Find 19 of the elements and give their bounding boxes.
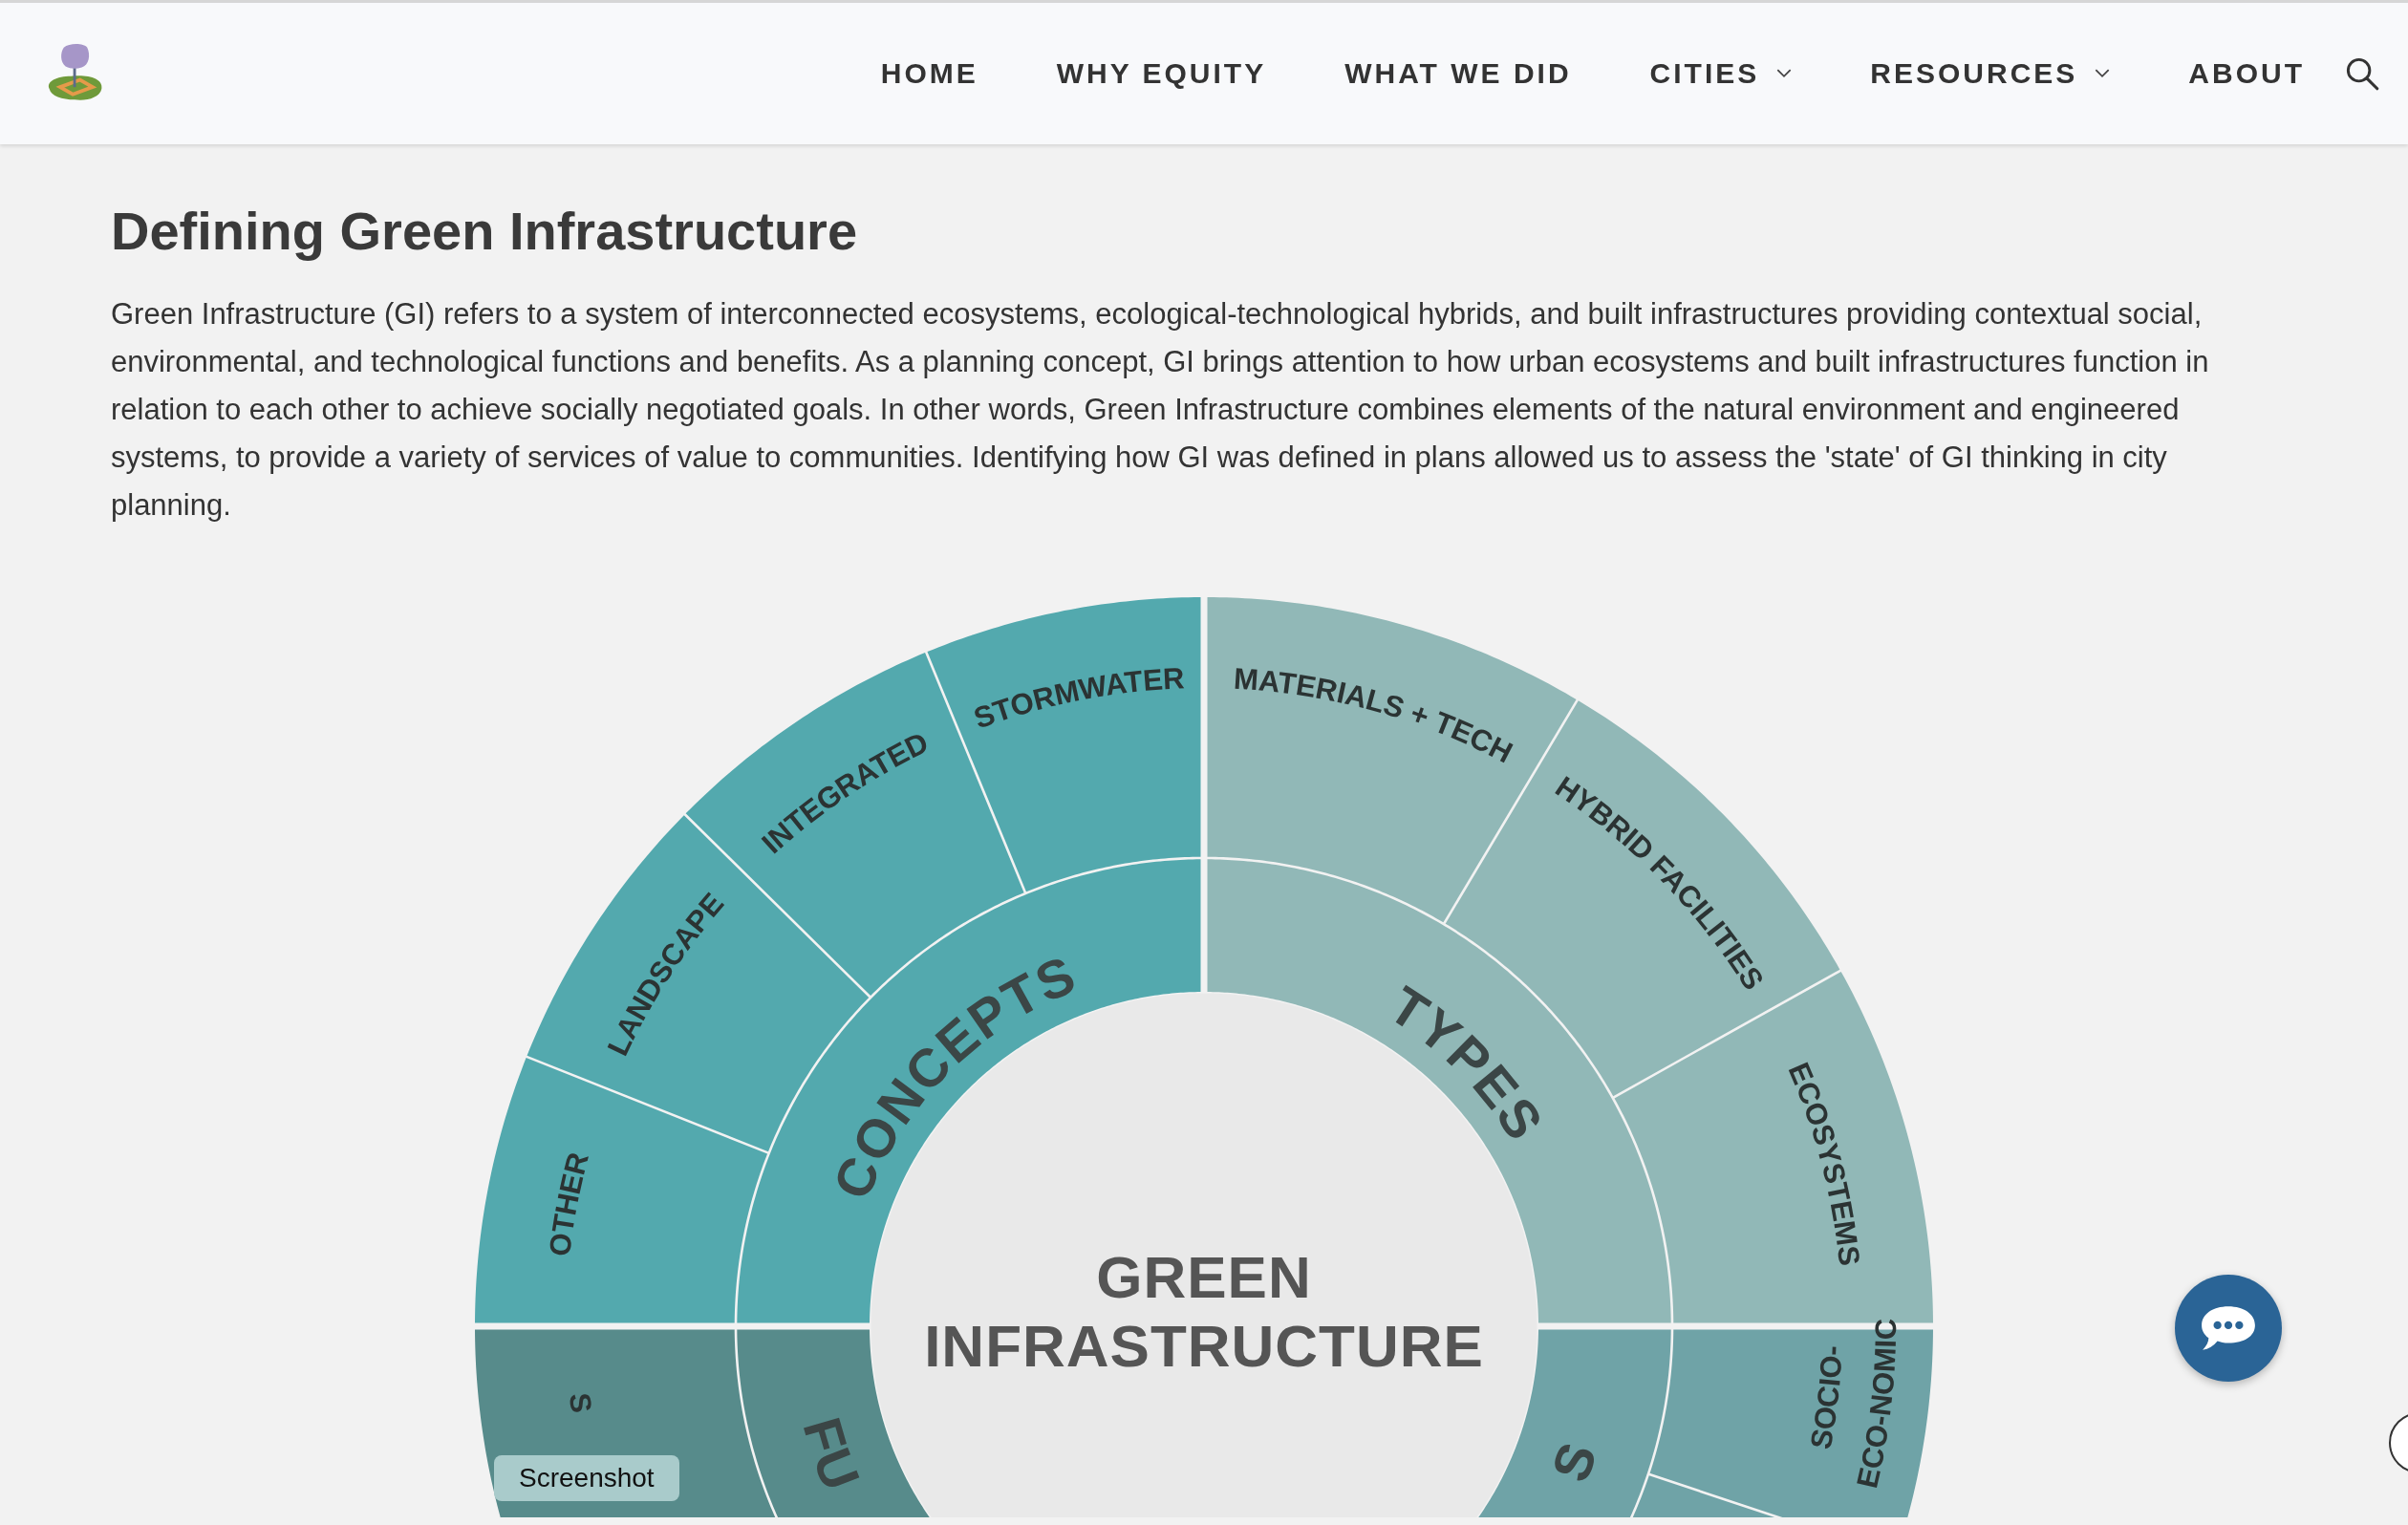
page-heading: Defining Green Infrastructure: [111, 200, 859, 262]
tooltip: Screenshot: [494, 1455, 679, 1501]
nav-link[interactable]: HOME: [880, 57, 978, 90]
subcategory-label: S: [562, 1390, 599, 1415]
category-label: S: [1539, 1432, 1609, 1490]
category-segment[interactable]: [737, 1329, 930, 1517]
search-icon[interactable]: [2345, 56, 2379, 91]
nav-link[interactable]: ABOUT: [2188, 57, 2305, 90]
subcategory-segment[interactable]: [927, 597, 1201, 892]
nav-link[interactable]: CITIES: [1649, 57, 1793, 90]
speech-bubble-icon: [2199, 1303, 2258, 1353]
nav-link[interactable]: WHY EQUITY: [1056, 57, 1267, 90]
chat-button[interactable]: [2175, 1275, 2282, 1382]
center-label: GREEN: [1096, 1244, 1312, 1310]
intro-paragraph: Green Infrastructure (GI) refers to a system of interconnected ecosystems, ecological-technological hybrids, and built infrastructures providing contextual social, environmental, and technological functions and benefits. As a planning concept, GI brings attention to how urban ecosystems and built infrastructures function in relation to each other to achieve socially negotiated goals. In other words, Green Infrastructure combines elements of the natural environment and engineered systems, to provide a variety of services of value to communities. Identifying how GI was defined in plans allowed us to assess the 'state' of GI thinking in city planning.: [111, 296, 2210, 524]
nav-link[interactable]: WHAT WE DID: [1344, 57, 1572, 90]
center-label: INFRASTRUCTURE: [924, 1313, 1484, 1379]
nav-link[interactable]: RESOURCES: [1870, 57, 2111, 90]
category-label: FU: [791, 1410, 872, 1500]
